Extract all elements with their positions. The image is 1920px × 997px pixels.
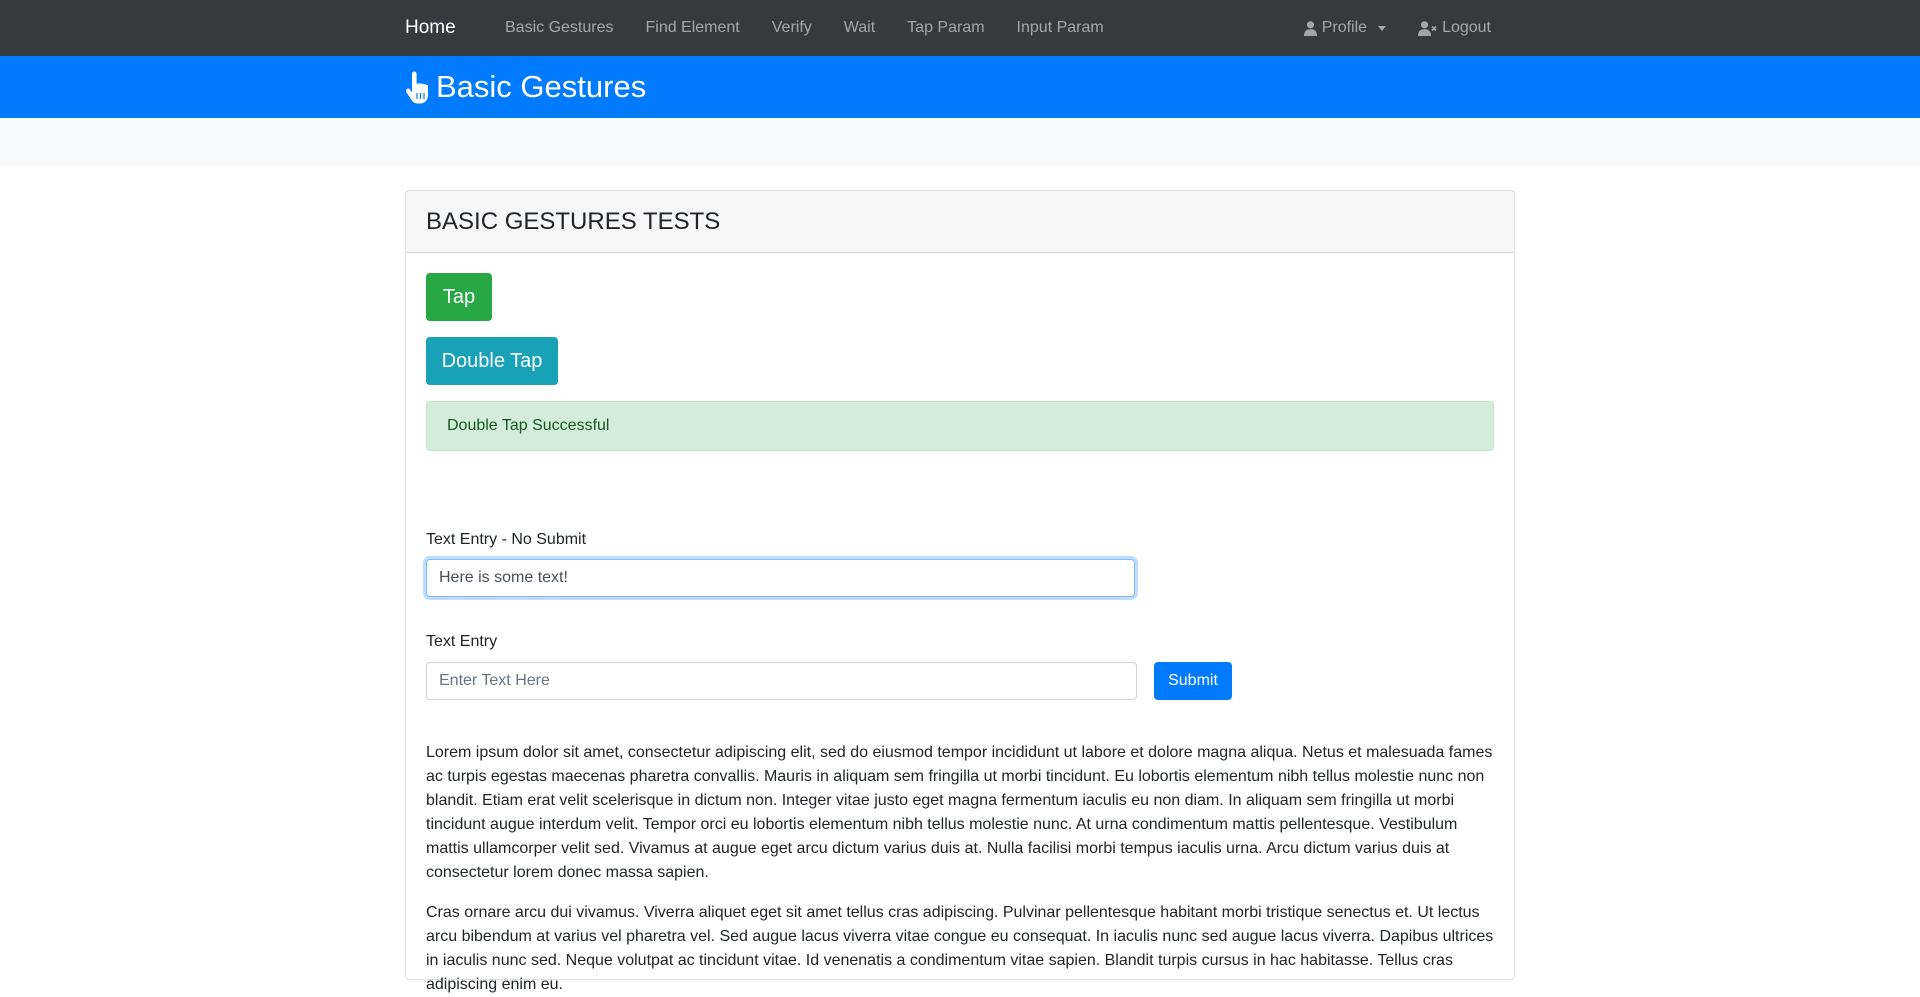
double-tap-button[interactable]: Double Tap [426,337,558,385]
tap-button[interactable]: Tap [426,273,492,321]
page-header-bar: Basic Gestures [0,56,1920,118]
top-navbar: Home Basic Gestures Find Element Verify … [0,0,1920,56]
page-title: Basic Gestures [405,64,646,110]
text-entry-label: Text Entry [426,633,498,650]
nav-links: Basic Gestures Find Element Verify Wait … [489,0,1120,56]
nav-right: Profile Logout [1288,0,1507,56]
caret-down-icon [1378,25,1387,31]
logout-link[interactable]: Logout [1402,0,1507,56]
profile-label: Profile [1321,19,1368,36]
text-entry-input[interactable] [426,662,1137,700]
hand-pointer-icon [405,71,428,103]
text-entry-no-submit-input[interactable] [426,559,1135,597]
nav-link-tap-param[interactable]: Tap Param [891,0,1000,56]
lorem-paragraph-1: Lorem ipsum dolor sit amet, consectetur … [426,744,1493,881]
profile-dropdown-toggle[interactable]: Profile [1288,0,1402,56]
lorem-paragraph-2: Cras ornare arcu dui vivamus. Viverra al… [426,904,1494,993]
logout-label: Logout [1442,19,1491,36]
nav-link-find-element[interactable]: Find Element [629,0,755,56]
navbar-container: Home Basic Gestures Find Element Verify … [405,0,1515,56]
nav-link-wait[interactable]: Wait [828,0,891,56]
nav-home-link[interactable]: Home [405,15,456,41]
header-spacer [0,118,1920,166]
submit-button[interactable]: Submit [1154,662,1232,700]
double-tap-success-alert: Double Tap Successful [426,401,1494,451]
card-title: BASIC GESTURES TESTS [426,207,721,235]
nav-link-input-param[interactable]: Input Param [1001,0,1120,56]
basic-gestures-card: BASIC GESTURES TESTS Tap Double Tap Doub… [405,190,1515,993]
user-times-icon [1418,20,1437,36]
card-header: BASIC GESTURES TESTS [406,191,1514,253]
page-title-text: Basic Gestures [436,69,647,104]
text-entry-no-submit-label: Text Entry - No Submit [426,531,587,548]
nav-link-basic-gestures[interactable]: Basic Gestures [489,0,629,56]
nav-link-verify[interactable]: Verify [756,0,828,56]
user-icon [1303,20,1317,36]
